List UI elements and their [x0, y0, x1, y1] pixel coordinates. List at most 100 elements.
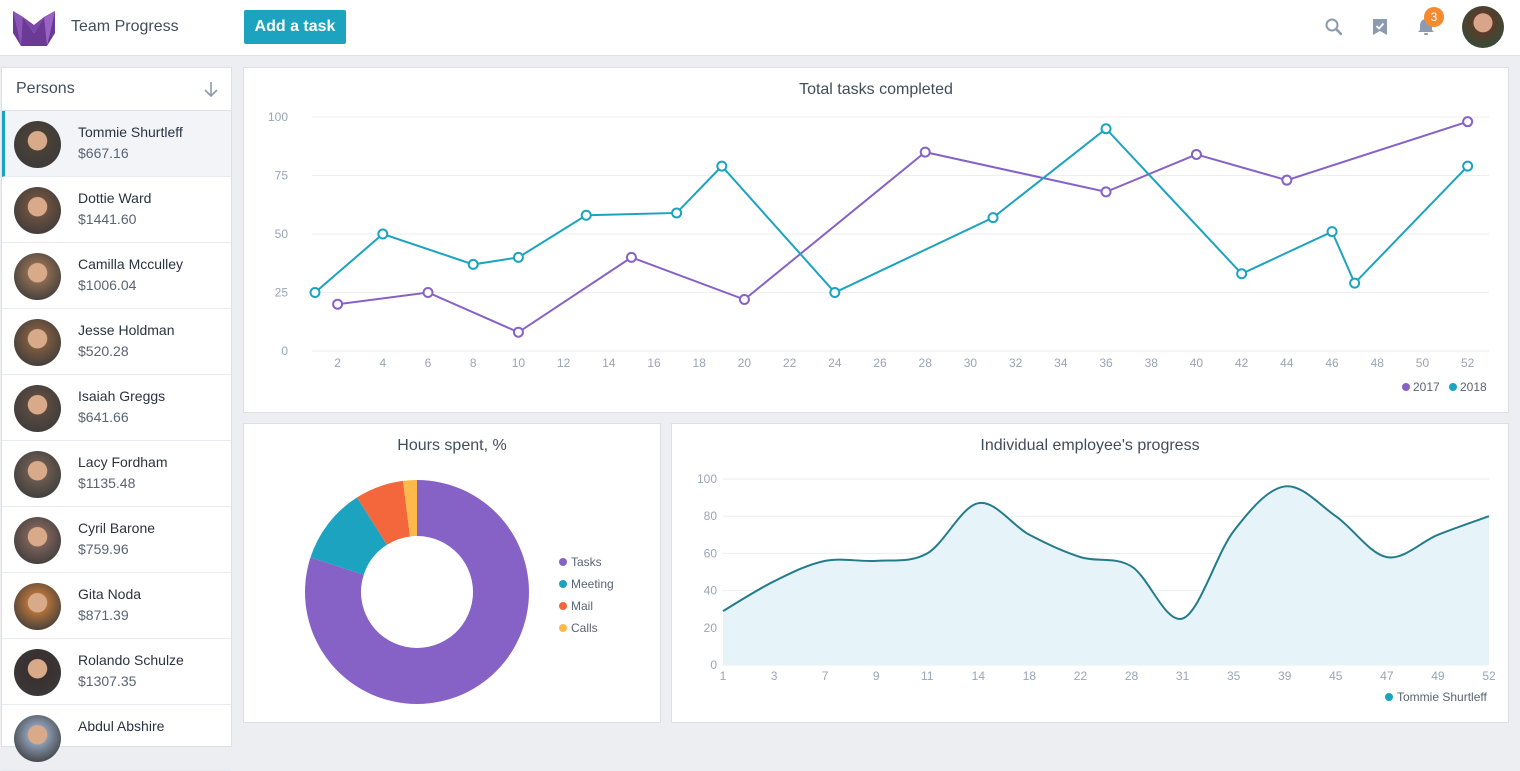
hours-spent-chart: Tasks Meeting Mail Calls	[305, 480, 614, 704]
person-item[interactable]: Lacy Fordham $1135.48	[2, 441, 231, 507]
person-name: Camilla Mcculley	[78, 256, 184, 272]
person-item[interactable]: Jesse Holdman $520.28	[2, 309, 231, 375]
data-point	[829, 287, 841, 298]
x-tick-label: 16	[647, 356, 661, 370]
avatar	[14, 517, 61, 564]
legend-marker	[559, 580, 567, 588]
x-tick-label: 6	[425, 356, 432, 370]
employee-progress-panel: Individual employee's progress 0 20 40 60 80…	[671, 423, 1509, 723]
x-tick-label: 9	[873, 669, 880, 683]
person-amount: $871.39	[78, 607, 129, 623]
legend-marker	[559, 558, 567, 566]
user-avatar[interactable]	[1462, 6, 1504, 48]
y-tick-label: 20	[704, 621, 718, 635]
y-tick-label: 0	[281, 344, 288, 358]
person-amount: $1135.48	[78, 475, 136, 491]
x-tick-label: 30	[964, 356, 978, 370]
x-tick-label: 52	[1461, 356, 1475, 370]
x-tick-label: 18	[693, 356, 707, 370]
person-item[interactable]: Rolando Schulze $1307.35	[2, 639, 231, 705]
x-tick-label: 24	[828, 356, 842, 370]
avatar	[14, 649, 61, 696]
person-item[interactable]: Tommie Shurtleff $667.16	[2, 111, 231, 177]
data-point	[512, 326, 524, 338]
total-tasks-panel: Total tasks completed 0 25 50 75 100 2 4 6 8 10 12…	[243, 67, 1509, 413]
search-icon[interactable]	[1323, 16, 1345, 38]
y-tick-label: 40	[704, 584, 718, 598]
data-point	[1236, 268, 1248, 280]
person-amount: $1307.35	[78, 673, 137, 689]
x-tick-label: 10	[512, 356, 526, 370]
avatar	[14, 187, 61, 234]
legend-marker	[559, 602, 567, 610]
avatar	[14, 319, 61, 366]
add-task-button[interactable]: Add a task	[244, 10, 346, 44]
person-item[interactable]: Camilla Mcculley $1006.04	[2, 243, 231, 309]
x-tick-label: 44	[1280, 356, 1294, 370]
y-tick-label: 100	[268, 110, 288, 124]
top-bar: Team Progress Add a task 3	[0, 0, 1520, 56]
avatar	[14, 121, 61, 168]
data-point	[309, 287, 321, 298]
data-point	[580, 209, 592, 221]
legend-label: Tommie Shurtleff	[1397, 690, 1487, 704]
persons-panel: Persons Tommie Shurtleff $667.16 Dottie …	[1, 67, 232, 771]
x-tick-label: 45	[1329, 669, 1343, 683]
avatar	[14, 451, 61, 498]
arrow-down-icon[interactable]	[203, 80, 219, 98]
y-tick-label: 25	[275, 286, 289, 300]
person-item[interactable]: Gita Noda $871.39	[2, 573, 231, 639]
y-tick-label: 50	[275, 227, 289, 241]
data-point	[1100, 123, 1112, 135]
legend-marker	[559, 624, 567, 632]
x-tick-label: 22	[1074, 669, 1088, 683]
person-amount: $667.16	[78, 145, 129, 161]
bookmark-check-icon[interactable]	[1369, 16, 1391, 38]
app-logo[interactable]	[13, 11, 55, 46]
total-tasks-chart: 02550751002 4 6 8 10 12 14 16 18 20 22 24 26 28 30 32 34…	[268, 110, 1489, 394]
data-point	[422, 287, 434, 298]
person-item[interactable]: Abdul Abshire	[2, 705, 231, 771]
y-tick-label: 60	[704, 546, 718, 560]
app-title: Team Progress	[71, 18, 179, 35]
legend-label: 2018	[1460, 380, 1487, 394]
data-point	[1326, 226, 1338, 238]
person-name: Jesse Holdman	[78, 322, 175, 338]
x-tick-label: 32	[1009, 356, 1023, 370]
legend-label: Meeting	[571, 577, 614, 591]
x-tick-label: 39	[1278, 669, 1292, 683]
x-tick-label: 26	[873, 356, 887, 370]
x-tick-label: 3	[771, 669, 778, 683]
person-item[interactable]: Cyril Barone $759.96	[2, 507, 231, 573]
person-item[interactable]: Isaiah Greggs $641.66	[2, 375, 231, 441]
x-tick-label: 11	[921, 669, 934, 683]
legend-marker	[1449, 383, 1457, 391]
legend-marker	[1402, 383, 1410, 391]
x-tick-label: 47	[1380, 669, 1394, 683]
y-tick-label: 75	[275, 169, 289, 183]
x-tick-label: 20	[738, 356, 752, 370]
data-point	[1190, 148, 1202, 160]
person-name: Dottie Ward	[78, 190, 152, 206]
series-line-2017	[337, 120, 1468, 334]
person-item[interactable]: Dottie Ward $1441.60	[2, 177, 231, 243]
data-point	[625, 251, 637, 263]
person-amount: $520.28	[78, 343, 129, 359]
data-point	[377, 228, 389, 240]
data-point	[671, 207, 683, 219]
x-tick-label: 1	[720, 669, 727, 683]
person-name: Gita Noda	[78, 586, 142, 602]
x-tick-label: 46	[1325, 356, 1339, 370]
series-line-2018	[314, 127, 1469, 294]
legend-label: Calls	[571, 621, 598, 635]
x-tick-label: 36	[1099, 356, 1113, 370]
person-name: Isaiah Greggs	[78, 388, 166, 404]
x-tick-label: 28	[1125, 669, 1139, 683]
person-amount: $641.66	[78, 409, 129, 425]
y-tick-label: 0	[710, 658, 717, 672]
x-tick-label: 12	[557, 356, 571, 370]
x-tick-label: 49	[1431, 669, 1445, 683]
avatar	[14, 385, 61, 432]
x-tick-label: 4	[379, 356, 386, 370]
legend-label: Mail	[571, 599, 593, 613]
